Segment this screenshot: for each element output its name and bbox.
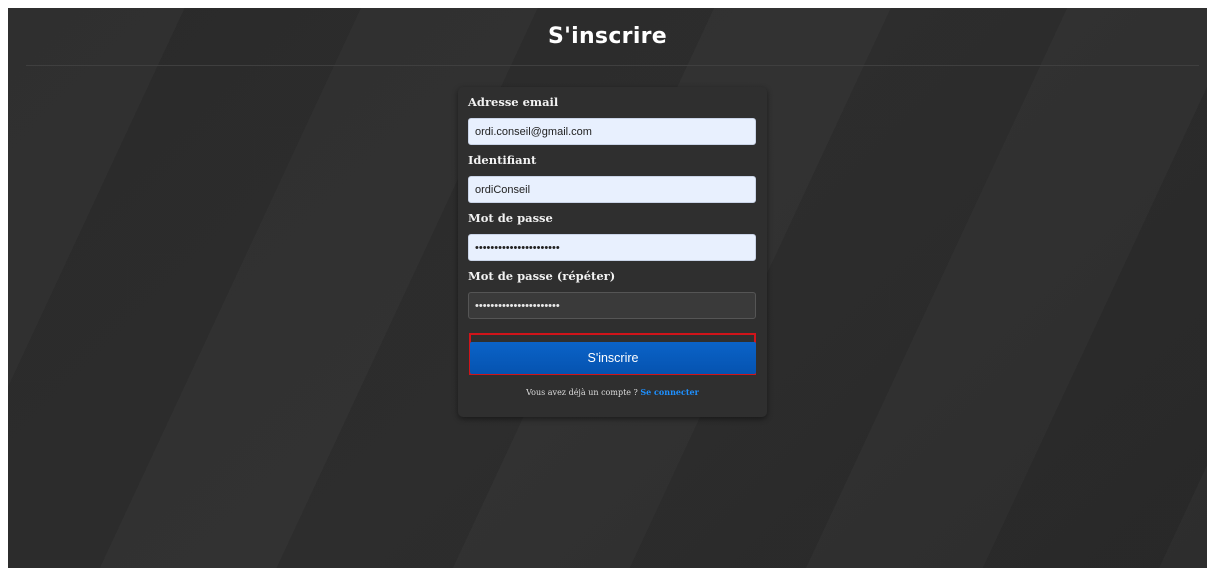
page-background: S'inscrire Adresse email Identifiant Mot… [8, 8, 1207, 568]
login-link[interactable]: Se connecter [640, 387, 698, 397]
login-prompt-line: Vous avez déjà un compte ? Se connecter [458, 387, 767, 397]
title-divider [26, 65, 1199, 66]
password-repeat-label: Mot de passe (répéter) [468, 269, 616, 283]
password-label: Mot de passe [468, 211, 553, 225]
username-field[interactable] [468, 176, 756, 203]
password-field[interactable] [468, 234, 756, 261]
page-title: S'inscrire [547, 24, 668, 49]
signup-form: Adresse email Identifiant Mot de passe M… [458, 87, 767, 417]
signup-button[interactable]: S'inscrire [470, 342, 756, 374]
login-prompt-text: Vous avez déjà un compte ? [526, 388, 638, 397]
email-field[interactable] [468, 118, 756, 145]
password-repeat-field[interactable] [468, 292, 756, 319]
email-label: Adresse email [468, 95, 559, 109]
username-label: Identifiant [468, 153, 537, 167]
